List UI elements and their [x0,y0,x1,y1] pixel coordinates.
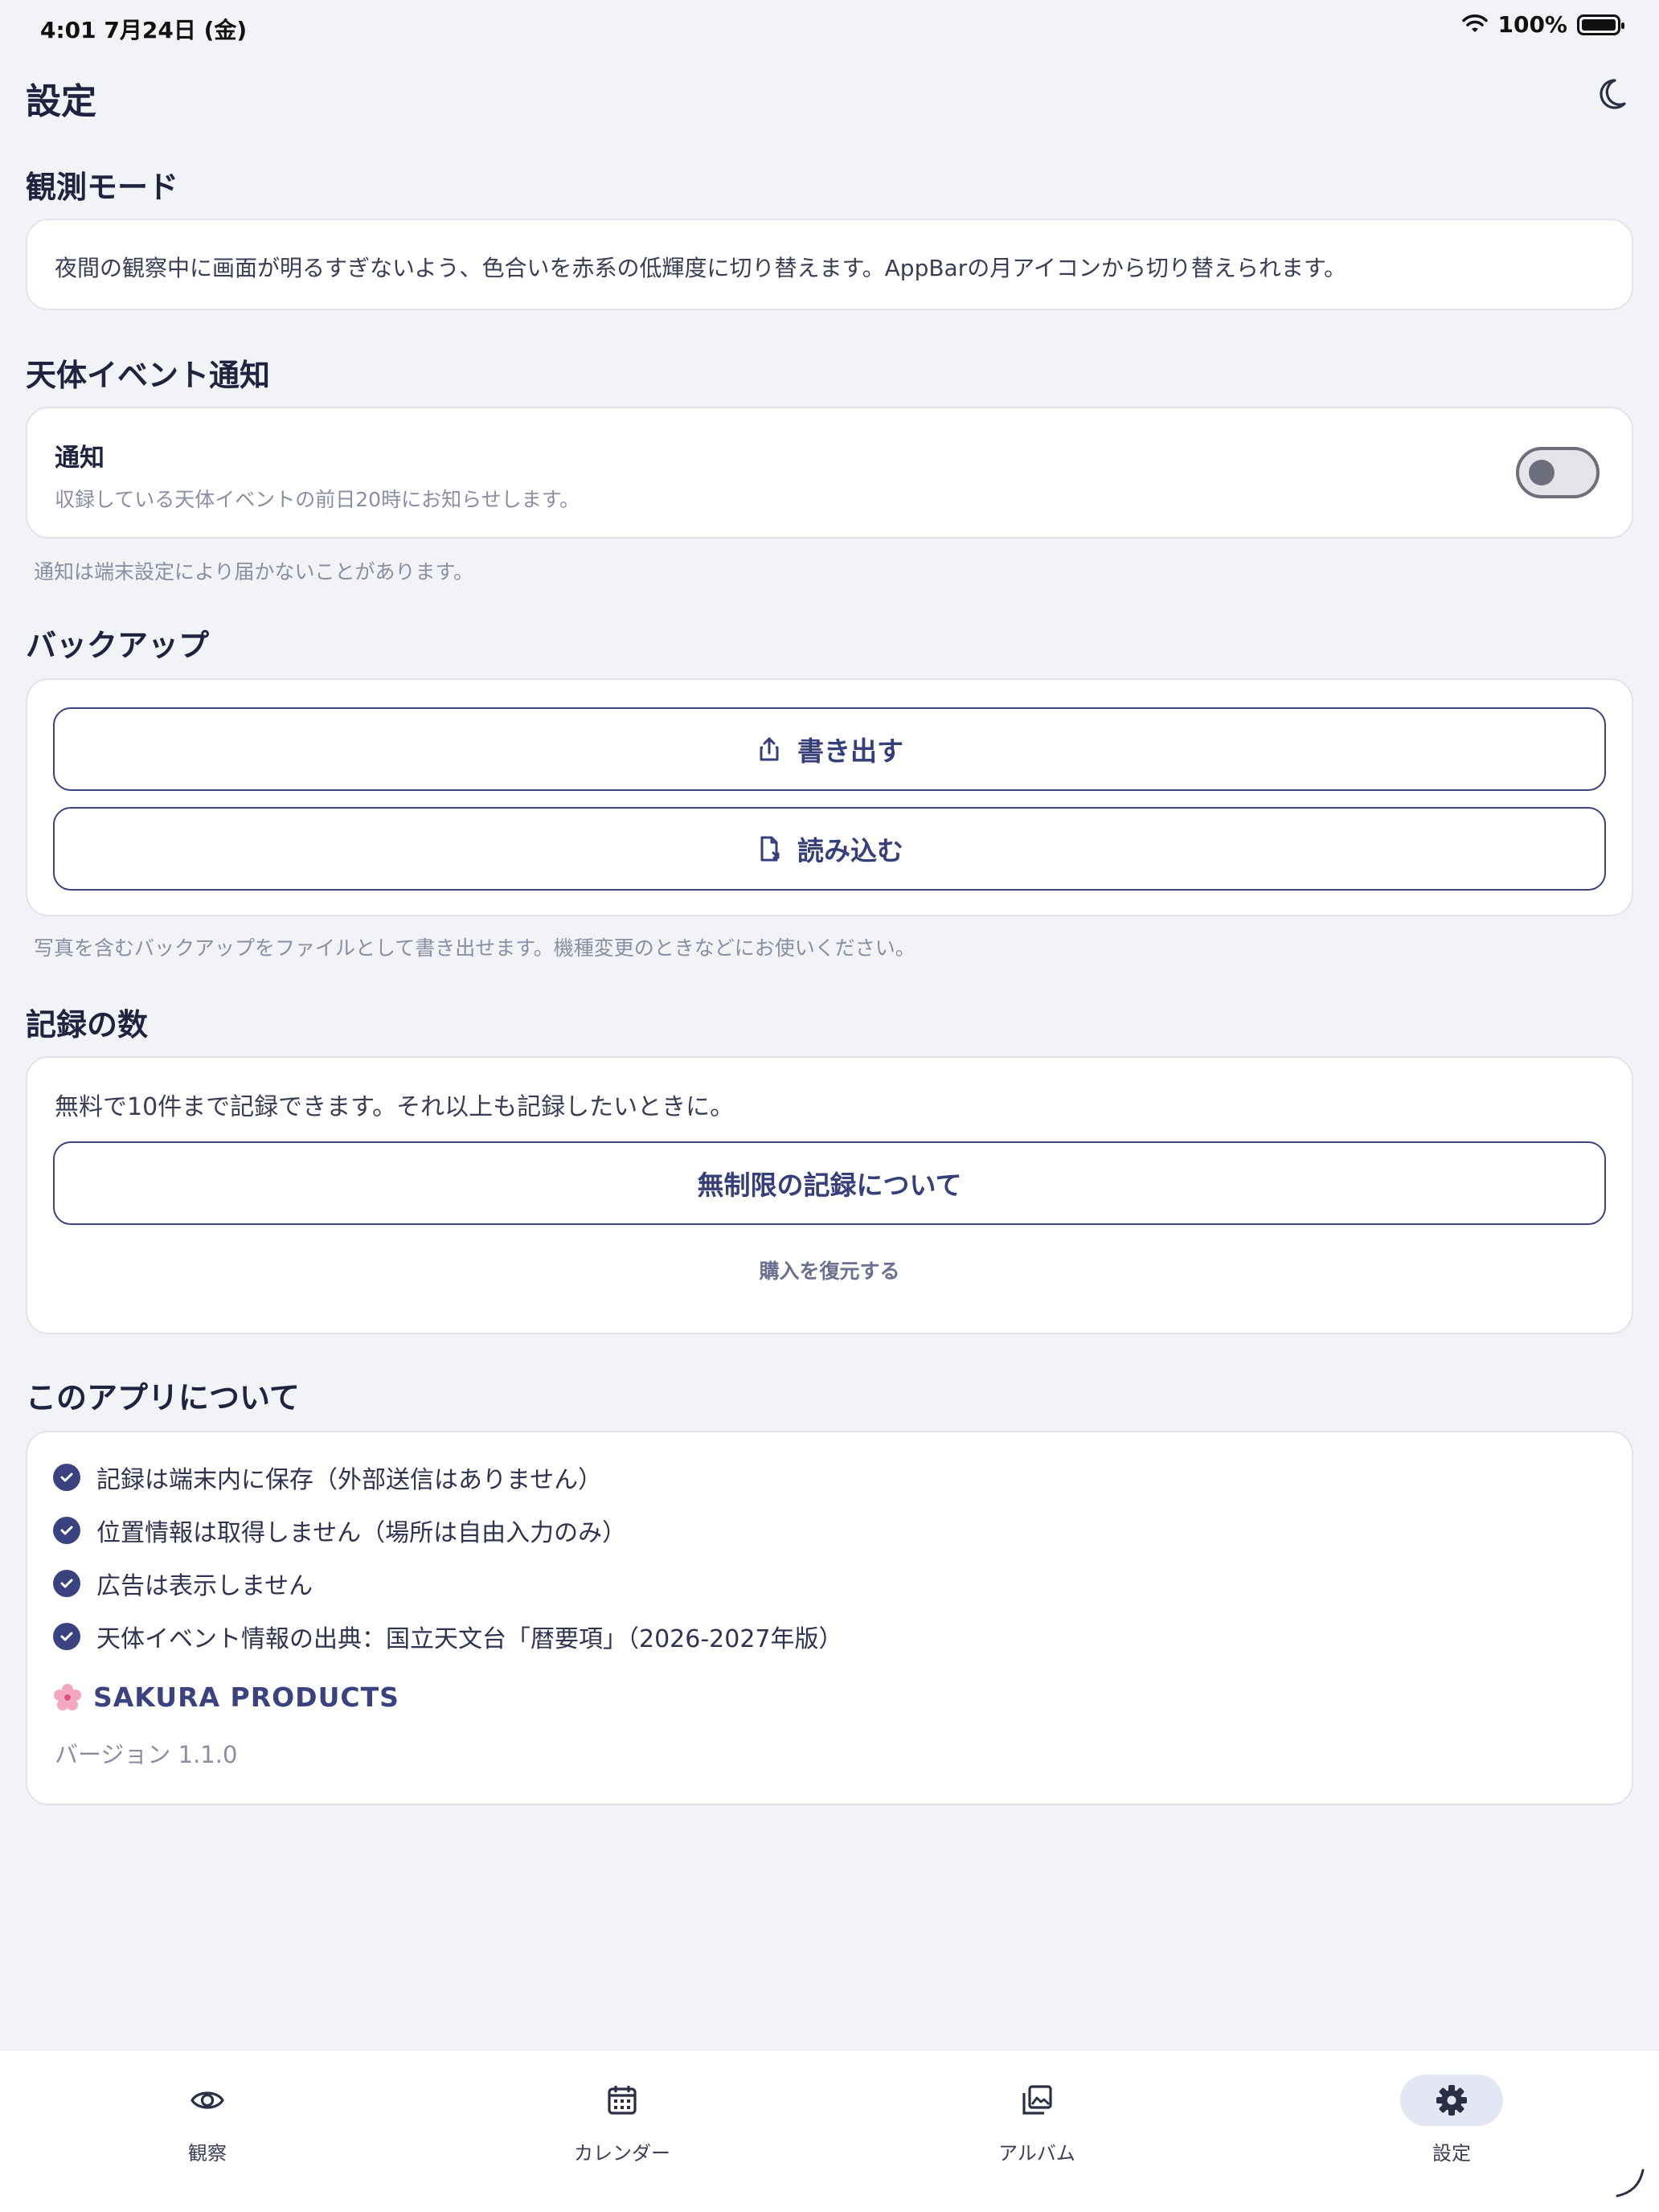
about-item: 位置情報は取得しません（場所は自由入力のみ） [53,1513,626,1548]
nav-pill [985,2075,1088,2126]
cherry-blossom-icon [54,1683,81,1710]
album-icon [1022,2085,1052,2115]
nav-item-settings[interactable]: 設定 [1347,2075,1556,2165]
backup-title: バックアップ [26,628,210,663]
import-button-label: 読み込む [797,835,903,866]
page-title: 設定 [26,81,96,122]
export-button-label: 書き出す [797,735,903,767]
brand-row: SAKURA PRODUCTS [53,1682,399,1713]
nav-item-calendar[interactable]: カレンダー [518,2075,727,2165]
notifications-note: 通知は端末設定により届かないことがあります。 [34,560,474,584]
moon-icon[interactable] [1593,76,1628,112]
nav-label: アルバム [998,2142,1075,2165]
about-item: 天体イベント情報の出典：国立天文台「暦要項」（2026-2027年版） [53,1619,843,1654]
notification-toggle[interactable] [1516,447,1600,498]
notifications-title: 天体イベント通知 [26,358,271,393]
check-circle-icon [53,1623,80,1650]
about-item-text: 位置情報は取得しません（場所は自由入力のみ） [96,1519,627,1547]
about-item-text: 記録は端末内に保存（外部送信はありません） [96,1466,603,1494]
nav-pill [1400,2075,1503,2126]
check-circle-icon [53,1517,80,1544]
observation-mode-description: 夜間の観察中に画面が明るすぎないよう、色合いを赤系の低輝度に切り替えます。App… [55,255,1347,281]
nav-pill [571,2075,674,2126]
observation-mode-card: 夜間の観察中に画面が明るすぎないよう、色合いを赤系の低輝度に切り替えます。App… [26,219,1633,310]
nav-pill [156,2075,259,2126]
about-card: 記録は端末内に保存（外部送信はありません） 位置情報は取得しません（場所は自由入… [26,1431,1633,1805]
notification-toggle-label: 通知 [55,444,104,473]
unlimited-records-label: 無制限の記録について [697,1169,962,1201]
eye-icon [190,2091,224,2109]
battery-icon [1577,14,1624,35]
app-version: バージョン 1.1.0 [55,1741,238,1768]
file-import-icon [760,836,780,862]
about-title: このアプリについて [26,1380,300,1415]
gear-icon [1436,2085,1467,2116]
records-description: 無料で10件まで記録できます。それ以上も記録したいときに。 [55,1093,735,1121]
nav-label: 観察 [188,2142,227,2165]
records-title: 記録の数 [26,1007,149,1043]
nav-item-album[interactable]: アルバム [932,2075,1141,2165]
restore-purchase-link[interactable]: 購入を復元する [27,1256,1632,1284]
about-item-text: 天体イベント情報の出典：国立天文台「暦要項」（2026-2027年版） [96,1625,843,1653]
nav-item-observe[interactable]: 観察 [103,2075,312,2165]
backup-card: 書き出す 読み込む [26,678,1633,916]
observation-mode-title: 観測モード [26,170,179,205]
check-circle-icon [53,1464,80,1491]
share-icon [760,737,779,761]
backup-note: 写真を含むバックアップをファイルとして書き出せます。機種変更のときなどにお使いく… [34,936,916,960]
toggle-knob [1529,460,1555,485]
about-item-text: 広告は表示しません [96,1572,313,1600]
nav-label: カレンダー [574,2142,670,2165]
wifi-icon [1462,14,1489,32]
about-item: 記録は端末内に保存（外部送信はありません） [53,1460,602,1495]
brand-name: SAKURA PRODUCTS [93,1682,399,1713]
export-button[interactable]: 書き出す [53,707,1606,791]
status-bar: 4:01 7月24日 (金) 100% [0,0,1659,51]
notification-toggle-sublabel: 収録している天体イベントの前日20時にお知らせします。 [55,488,580,511]
import-button[interactable]: 読み込む [53,807,1606,891]
check-circle-icon [53,1570,80,1597]
about-item: 広告は表示しません [53,1566,313,1601]
battery-percent: 100% [1497,11,1567,38]
status-right: 100% [1462,11,1624,38]
calendar-icon [608,2086,637,2115]
unlimited-records-button[interactable]: 無制限の記録について [53,1141,1606,1225]
nav-label: 設定 [1432,2142,1471,2165]
notifications-card[interactable]: 通知 収録している天体イベントの前日20時にお知らせします。 [26,407,1633,539]
resize-handle-icon [1616,2169,1645,2198]
status-time: 4:01 7月24日 (金) [40,17,248,43]
bottom-nav: 観察 カレンダー アルバム 設定 [0,2050,1659,2212]
records-card: 無料で10件まで記録できます。それ以上も記録したいときに。 無制限の記録について… [26,1056,1633,1334]
